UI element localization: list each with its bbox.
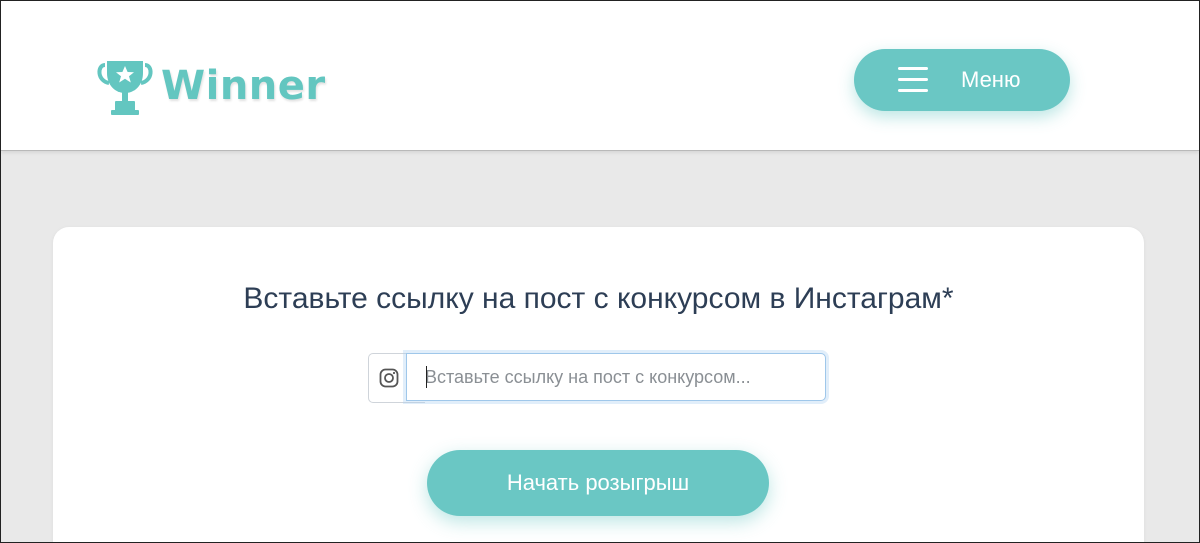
start-giveaway-button[interactable]: Начать розыгрыш bbox=[427, 450, 769, 516]
contest-card: Вставьте ссылку на пост с конкурсом в Ин… bbox=[53, 227, 1144, 542]
post-link-input-group bbox=[368, 353, 826, 403]
menu-button-label: Меню bbox=[961, 67, 1021, 92]
instagram-icon bbox=[379, 368, 399, 388]
hamburger-icon bbox=[898, 67, 928, 93]
site-header: Winner Меню bbox=[1, 1, 1199, 151]
post-link-input[interactable] bbox=[406, 353, 826, 401]
text-caret bbox=[426, 366, 427, 388]
logo-text: Winner bbox=[161, 63, 326, 109]
page-title: Вставьте ссылку на пост с конкурсом в Ин… bbox=[243, 282, 954, 315]
page: Winner Меню Вставьте ссылку на пост с ко… bbox=[0, 0, 1200, 543]
logo[interactable]: Winner bbox=[95, 55, 326, 117]
trophy-icon bbox=[97, 61, 153, 115]
menu-button[interactable]: Меню bbox=[854, 49, 1070, 111]
